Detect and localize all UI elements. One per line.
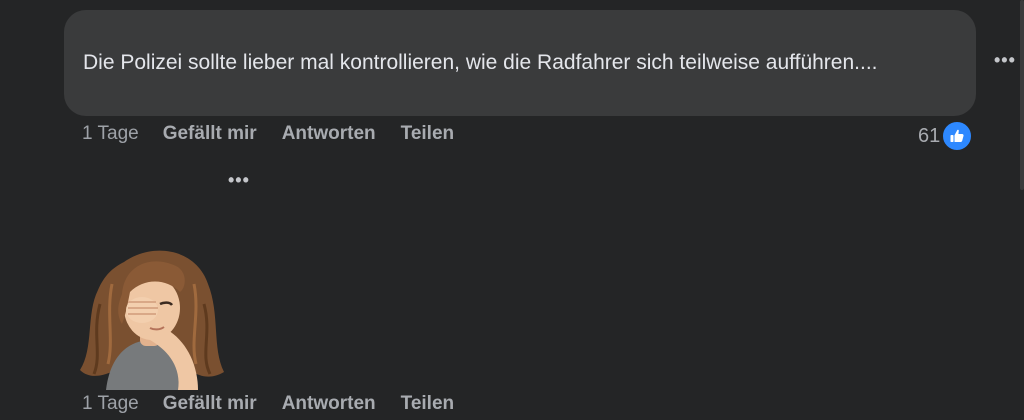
share-button[interactable]: Teilen bbox=[401, 123, 455, 145]
comments-section: Die Polizei sollte lieber mal kontrollie… bbox=[0, 0, 1024, 420]
reply-button[interactable]: Antworten bbox=[282, 393, 376, 415]
comment-actions: 1 Tage Gefällt mir Antworten Teilen bbox=[82, 391, 479, 417]
reaction-summary[interactable]: 61 bbox=[918, 120, 974, 152]
more-options-icon[interactable]: ••• bbox=[994, 51, 1016, 69]
reply-button[interactable]: Antworten bbox=[282, 123, 376, 145]
reaction-count: 61 bbox=[918, 124, 941, 147]
more-options-icon[interactable]: ••• bbox=[228, 171, 250, 189]
comment-text: Die Polizei sollte lieber mal kontrollie… bbox=[83, 51, 878, 74]
comment-timestamp[interactable]: 1 Tage bbox=[82, 393, 139, 415]
comment-actions: 1 Tage Gefällt mir Antworten Teilen bbox=[82, 121, 479, 147]
thumbs-up-icon bbox=[941, 120, 974, 152]
facepalm-avatar-sticker bbox=[72, 244, 230, 392]
comment-bubble[interactable]: Die Polizei sollte lieber mal kontrollie… bbox=[64, 10, 976, 116]
like-button[interactable]: Gefällt mir bbox=[163, 123, 257, 145]
share-button[interactable]: Teilen bbox=[401, 393, 455, 415]
comment-timestamp[interactable]: 1 Tage bbox=[82, 123, 139, 145]
scrollbar[interactable] bbox=[1020, 0, 1024, 190]
like-button[interactable]: Gefällt mir bbox=[163, 393, 257, 415]
